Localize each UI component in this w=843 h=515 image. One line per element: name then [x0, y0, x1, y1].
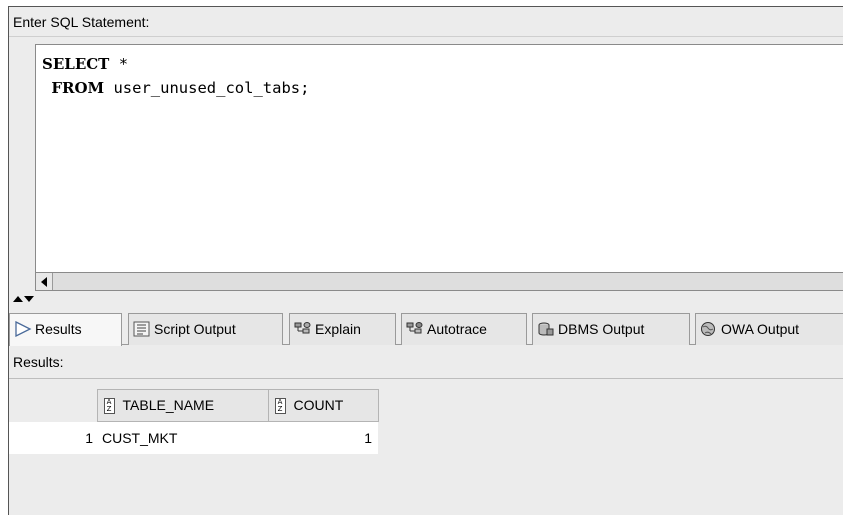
select-rest: * [109, 55, 129, 73]
tab-label: Autotrace [427, 321, 487, 337]
tab-dbms-output[interactable]: DBMS Output [532, 313, 690, 345]
scroll-left-arrow-icon[interactable] [36, 273, 53, 290]
column-header-label: TABLE_NAME [122, 396, 215, 413]
code-line-2: FROM user_unused_col_tabs; [42, 79, 309, 97]
sort-icon[interactable]: AZ [103, 398, 115, 415]
sql-worksheet: Enter SQL Statement: SELECT * FROM user_… [8, 6, 843, 515]
results-grid-area: A Z TABLE_NAME A Z COUNT 1 CUST_MKT 1 [9, 378, 843, 515]
sql-code[interactable]: SELECT * FROM user_unused_col_tabs; [42, 52, 309, 100]
column-header-count[interactable]: A Z COUNT [268, 389, 379, 422]
expand-up-icon[interactable] [13, 296, 23, 302]
tab-label: Script Output [154, 321, 236, 337]
dbms-icon [537, 321, 555, 337]
from-keyword: FROM [51, 79, 105, 97]
autotrace-icon [406, 321, 424, 337]
tab-label: DBMS Output [558, 321, 645, 337]
results-table: A Z TABLE_NAME A Z COUNT 1 CUST_MKT 1 [9, 389, 379, 454]
tab-label: OWA Output [721, 321, 800, 337]
editor-horizontal-scrollbar[interactable] [35, 273, 843, 291]
from-rest: user_unused_col_tabs; [104, 79, 310, 97]
sort-icon[interactable]: AZ [274, 398, 286, 415]
row-number: 1 [9, 421, 97, 454]
tab-explain[interactable]: Explain [289, 313, 396, 345]
sql-editor[interactable]: SELECT * FROM user_unused_col_tabs; [35, 44, 843, 273]
output-tabs: Results Script Output Explain Autotrace … [9, 307, 843, 346]
tab-label: Explain [315, 321, 361, 337]
tab-owa-output[interactable]: OWA Output [695, 313, 843, 345]
select-keyword: SELECT [42, 55, 110, 73]
table-cell[interactable]: 1 [268, 421, 378, 454]
tab-autotrace[interactable]: Autotrace [401, 313, 527, 345]
explain-icon [294, 321, 312, 337]
tab-results[interactable]: Results [9, 313, 122, 346]
script-icon [133, 321, 151, 337]
editor-label: Enter SQL Statement: [9, 7, 843, 37]
table-cell[interactable]: CUST_MKT [97, 421, 268, 454]
table-row[interactable]: 1 CUST_MKT 1 [9, 421, 378, 454]
expand-down-icon[interactable] [24, 296, 34, 302]
tab-label: Results [35, 321, 82, 337]
panel-splitter[interactable] [9, 293, 843, 307]
tab-script-output[interactable]: Script Output [128, 313, 283, 345]
code-line-1: SELECT * [42, 55, 128, 73]
row-number-corner [9, 389, 98, 422]
column-header-table-name[interactable]: A Z TABLE_NAME [97, 389, 269, 422]
owa-icon [700, 321, 718, 337]
results-label: Results: [13, 354, 64, 370]
column-header-label: COUNT [293, 396, 344, 413]
header-row: A Z TABLE_NAME A Z COUNT [9, 389, 379, 422]
play-icon [14, 321, 32, 337]
